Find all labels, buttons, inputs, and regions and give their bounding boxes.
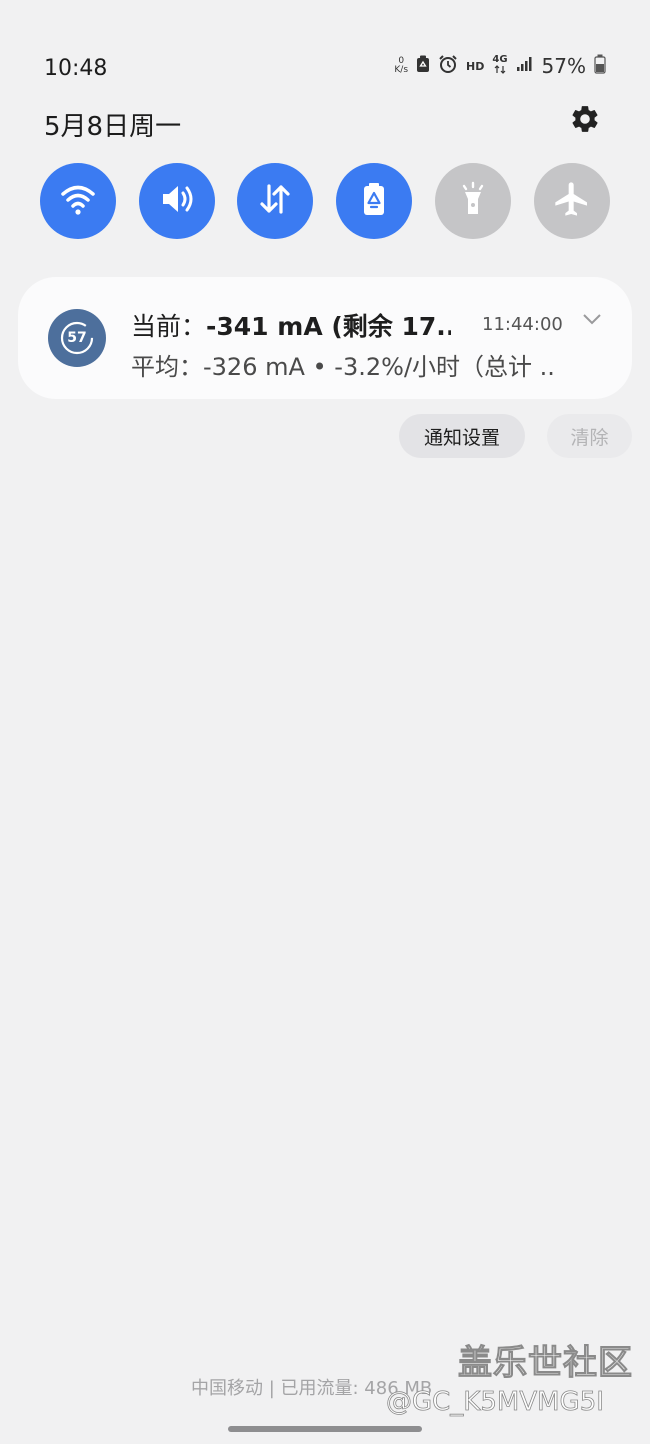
gear-icon [569,103,601,139]
qs-mobile-data-toggle[interactable] [237,163,313,239]
status-icons: 0 K/s HD 4G 57% [394,54,606,78]
notification-body: 平均：-326 mA • -3.2%/小时（总计 .. [131,353,555,381]
network-type-indicator: 4G [492,54,508,77]
battery-percent: 57% [541,54,586,78]
watermark-brand: 盖乐世社区 [458,1343,633,1384]
signal-strength-icon [516,56,534,76]
flashlight-icon [453,179,493,223]
status-clock: 10:48 [44,56,108,81]
watermark-user: @GC_K5MVMG5I [386,1387,605,1418]
data-arrows-small-icon [494,65,506,77]
network-type-label: 4G [492,54,508,65]
chevron-down-icon [582,310,602,329]
quick-settings-row [40,163,612,239]
clear-button[interactable]: 清除 [547,414,632,458]
data-arrows-icon [255,179,295,223]
home-indicator[interactable] [228,1426,422,1432]
expand-notification-button[interactable] [580,307,604,331]
notification-title-value: -341 mA (剩余 17... [206,312,451,341]
battery-notification-card[interactable]: 57 当前：-341 mA (剩余 17... 11:44:00 平均：-326… [18,277,632,399]
settings-button[interactable] [566,102,604,140]
status-bar: 10:48 0 K/s HD 4G 57% [0,0,650,100]
battery-saver-icon [354,179,394,223]
speaker-icon [157,179,197,223]
qs-wifi-toggle[interactable] [40,163,116,239]
notification-settings-button[interactable]: 通知设置 [399,414,525,458]
net-speed-indicator: 0 K/s [394,57,408,75]
notification-title-prefix: 当前： [131,312,207,341]
app-icon: 57 [48,309,106,367]
notification-title: 当前：-341 mA (剩余 17... [131,307,451,343]
battery-saver-status-icon [416,55,430,77]
qs-power-saving-toggle[interactable] [336,163,412,239]
qs-airplane-toggle[interactable] [534,163,610,239]
app-icon-label: 57 [67,330,87,346]
battery-icon [594,54,606,78]
qs-flashlight-toggle[interactable] [435,163,511,239]
alarm-icon [438,54,458,78]
airplane-icon [552,179,592,223]
wifi-icon [58,179,98,223]
date-label: 5月8日周一 [44,112,182,142]
hd-voice-label: HD [466,59,485,73]
qs-sound-toggle[interactable] [139,163,215,239]
notification-time: 11:44:00 [482,314,563,335]
net-speed-unit: K/s [394,65,409,75]
